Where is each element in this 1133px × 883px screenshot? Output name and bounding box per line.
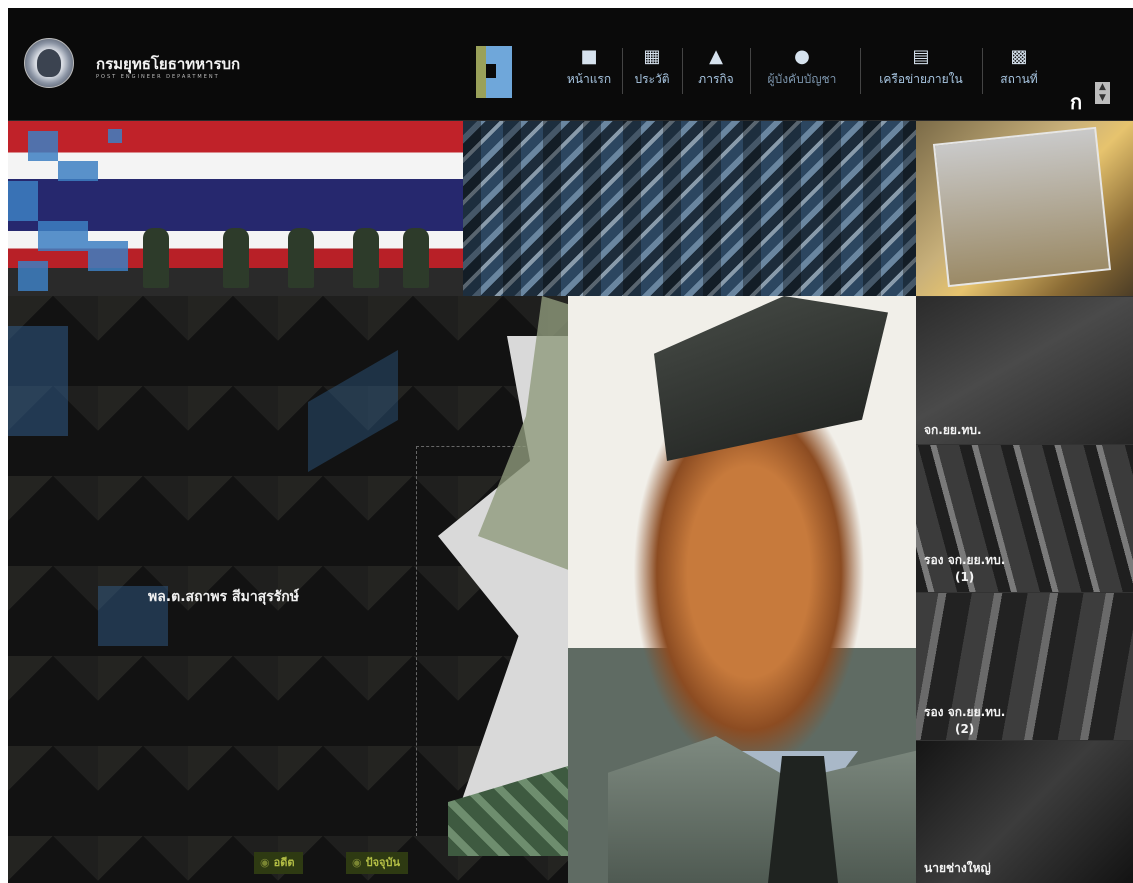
- sidebar-item-label: รอง จก.ยย.ทบ. (1): [924, 553, 1006, 584]
- sidebar-item-label: จก.ยย.ทบ.: [924, 423, 982, 437]
- nav-commanders[interactable]: ● ผู้บังคับบัญชา: [754, 46, 850, 96]
- officer-cap-icon: ◉: [352, 856, 362, 869]
- chevron-up-icon[interactable]: ▲: [1099, 82, 1106, 92]
- soldier-silhouette: [403, 228, 429, 288]
- pixel-pattern-decoration: [8, 121, 148, 296]
- nav-mission-label: ภารกิจ: [698, 72, 734, 86]
- dotted-guide-line: [416, 446, 418, 836]
- past-button[interactable]: ◉ อดีต: [254, 852, 303, 874]
- book-icon: ▦: [643, 46, 661, 67]
- parade-photo-shading: [463, 121, 916, 296]
- sidebar-item-deputy-2[interactable]: รอง จก.ยย.ทบ. (2): [916, 592, 1133, 741]
- soldier-silhouette: [223, 228, 249, 288]
- nav-separator: [622, 48, 623, 94]
- nav-history[interactable]: ▦ ประวัติ: [626, 46, 678, 96]
- nav-intranet[interactable]: ▤ เครือข่ายภายใน: [866, 46, 976, 96]
- nav-separator: [750, 48, 751, 94]
- nav-location[interactable]: ▩ สถานที่: [986, 46, 1052, 96]
- commander-sidebar: จก.ยย.ทบ. รอง จก.ยย.ทบ. (1) รอง จก.ยย.ทบ…: [916, 296, 1133, 883]
- network-icon: ▤: [912, 46, 930, 67]
- building-icon: ■: [580, 46, 598, 67]
- commander-name: พล.ต.สถาพร สีมาสุรรักษ์: [148, 589, 299, 605]
- sidebar-item-label: รอง จก.ยย.ทบ. (2): [924, 705, 1006, 736]
- past-button-label: อดีต: [273, 856, 295, 869]
- location-building-icon: ▩: [1010, 46, 1028, 67]
- soldier-silhouette: [288, 228, 314, 288]
- officer-cap-icon: ◉: [260, 856, 270, 869]
- royal-portrait-card: [932, 126, 1112, 288]
- sidebar-item-chief-engineer[interactable]: นายช่างใหญ่: [916, 740, 1133, 883]
- nav-brand-notch: [486, 64, 496, 78]
- officer-cap-icon: ●: [794, 46, 810, 67]
- nav-intranet-label: เครือข่ายภายใน: [879, 72, 963, 86]
- nav-separator: [860, 48, 861, 94]
- header-banner: [8, 121, 1133, 296]
- chevron-down-icon[interactable]: ▼: [1099, 93, 1106, 103]
- soldier-silhouette: [353, 228, 379, 288]
- nav-location-label: สถานที่: [1000, 72, 1038, 86]
- present-button[interactable]: ◉ ปัจจุบัน: [346, 852, 408, 874]
- nav-separator: [982, 48, 983, 94]
- sidebar-item-director[interactable]: จก.ยย.ทบ.: [916, 296, 1133, 445]
- header: กรมยุทธโยธาทหารบก POST ENGINEER DEPARTME…: [8, 8, 1133, 121]
- nav-separator: [682, 48, 683, 94]
- page-frame: กรมยุทธโยธาทหารบก POST ENGINEER DEPARTME…: [8, 8, 1133, 883]
- geometric-shape: [8, 326, 68, 436]
- nav-commanders-label: ผู้บังคับบัญชา: [767, 72, 837, 86]
- nav-home-label: หน้าแรก: [566, 72, 612, 86]
- present-button-label: ปัจจุบัน: [365, 856, 400, 869]
- main-content: พล.ต.สถาพร สีมาสุรรักษ์ ◉ อดีต ◉ ปัจจุบัน: [8, 296, 916, 883]
- sidebar-item-deputy-1[interactable]: รอง จก.ยย.ทบ. (1): [916, 444, 1133, 593]
- department-seal-logo[interactable]: [24, 38, 74, 88]
- nav-brand-accent: [476, 46, 486, 98]
- nav-home[interactable]: ■ หน้าแรก: [560, 46, 618, 96]
- house-icon: ▲: [709, 46, 723, 67]
- sidebar-item-label: นายช่างใหญ่: [924, 861, 991, 875]
- font-size-toggle[interactable]: ก: [1070, 86, 1082, 118]
- font-size-stepper[interactable]: ▲ ▼: [1095, 82, 1110, 104]
- nav-history-label: ประวัติ: [634, 72, 670, 86]
- org-name-english: POST ENGINEER DEPARTMENT: [96, 74, 220, 80]
- nav-mission[interactable]: ▲ ภารกิจ: [686, 46, 746, 96]
- org-name-thai: กรมยุทธโยธาทหารบก: [96, 55, 241, 73]
- seal-emblem: [37, 49, 61, 77]
